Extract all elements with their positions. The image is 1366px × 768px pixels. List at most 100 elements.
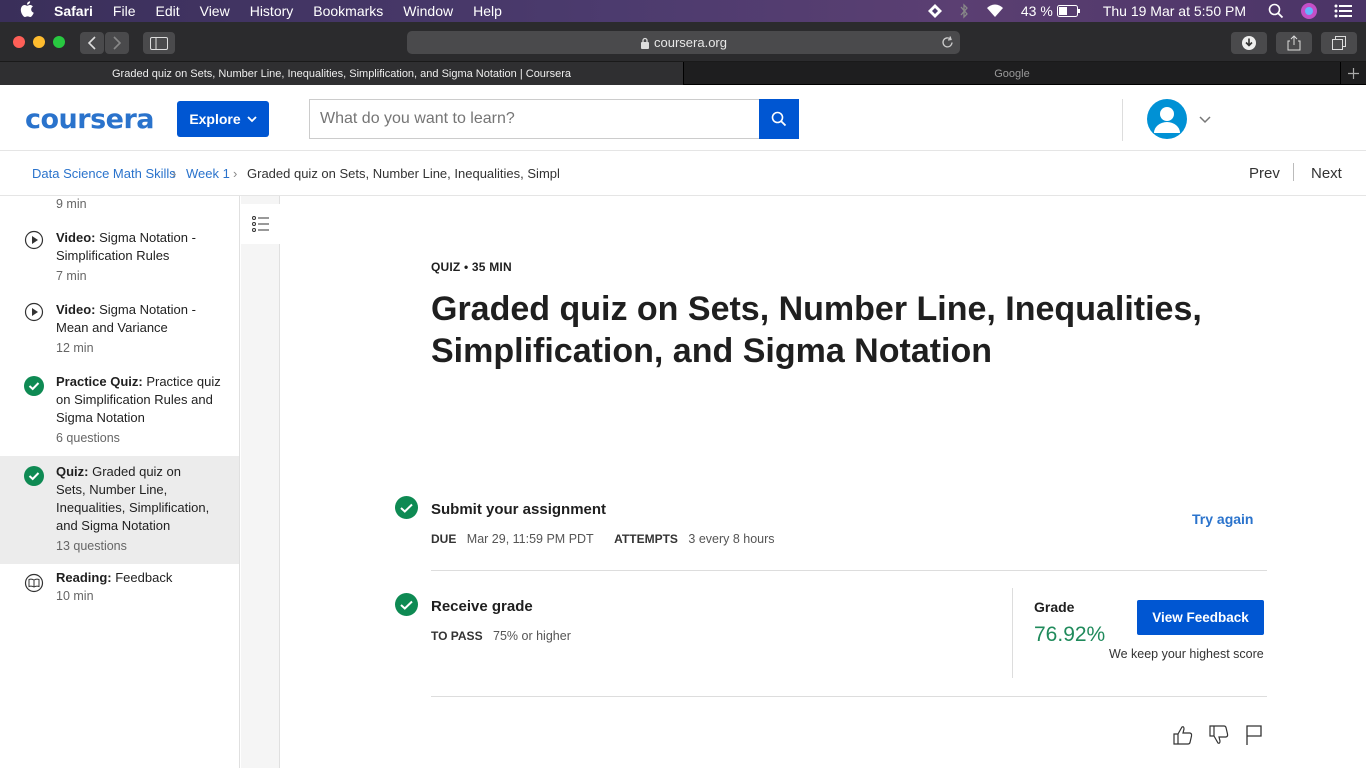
sidebar-item-type: Video:	[56, 302, 96, 317]
tab-google[interactable]: Google	[683, 62, 1340, 85]
sidebar-item-meta: 13 questions	[56, 539, 127, 553]
notification-center-icon[interactable]	[1334, 4, 1352, 18]
battery-icon	[1056, 5, 1080, 17]
sidebar-item-title: Quiz: Graded quiz on Sets, Number Line, …	[56, 463, 214, 535]
attempts-label: ATTEMPTS	[614, 532, 678, 546]
bluetooth-icon[interactable]	[959, 3, 969, 19]
sidebar-item-title: Video: Sigma Notation - Mean and Varianc…	[56, 301, 221, 337]
section-divider	[431, 570, 1267, 571]
wifi-icon[interactable]	[985, 3, 1005, 19]
menu-file[interactable]: File	[103, 3, 146, 19]
apple-icon[interactable]	[0, 1, 44, 21]
menu-bookmarks[interactable]: Bookmarks	[303, 3, 393, 19]
tab-title: Graded quiz on Sets, Number Line, Inequa…	[112, 67, 571, 80]
account-menu-chevron-icon[interactable]	[1199, 116, 1211, 124]
sidebar-item-video-simplification[interactable]: Video: Sigma Notation - Simplification R…	[0, 220, 239, 292]
submit-meta: DUE Mar 29, 11:59 PM PDT ATTEMPTS 3 ever…	[431, 530, 775, 548]
minimize-window-button[interactable]	[33, 36, 45, 48]
play-icon	[24, 230, 44, 250]
sidebar-item-video-mean-variance[interactable]: Video: Sigma Notation - Mean and Varianc…	[0, 292, 239, 364]
sidebar-item-reading-feedback[interactable]: Reading: Feedback 10 min	[0, 564, 239, 620]
receive-grade-title: Receive grade	[431, 598, 533, 615]
downloads-button[interactable]	[1231, 32, 1267, 54]
course-sidebar: 9 min Video: Sigma Notation - Simplifica…	[0, 196, 240, 768]
sidebar-item-previous[interactable]: 9 min	[0, 196, 239, 220]
tab-overview-button[interactable]	[1321, 32, 1357, 54]
search-input[interactable]	[309, 99, 759, 139]
quiz-label: QUIZ • 35 MIN	[431, 260, 512, 274]
list-icon	[251, 216, 269, 232]
next-link[interactable]: Next	[1311, 165, 1342, 182]
chevron-left-icon	[87, 36, 96, 50]
macos-menubar: Safari File Edit View History Bookmarks …	[0, 0, 1366, 22]
try-again-link[interactable]: Try again	[1192, 511, 1253, 527]
receive-check-icon	[395, 593, 418, 616]
menu-app-name[interactable]: Safari	[44, 3, 103, 19]
menu-history[interactable]: History	[240, 3, 304, 19]
clock[interactable]: Thu 19 Mar at 5:50 PM	[1103, 3, 1246, 19]
breadcrumb-week[interactable]: Week 1	[186, 166, 230, 181]
close-window-button[interactable]	[13, 36, 25, 48]
tabs-icon	[1332, 36, 1346, 50]
play-icon	[24, 302, 44, 322]
breadcrumb-separator-icon: ›	[233, 166, 238, 181]
flag-icon[interactable]	[1243, 724, 1265, 746]
lock-icon	[641, 37, 649, 49]
user-icon	[1154, 107, 1180, 133]
share-button[interactable]	[1276, 32, 1312, 54]
zoom-window-button[interactable]	[53, 36, 65, 48]
prev-link[interactable]: Prev	[1249, 165, 1280, 182]
sidebar-item-type: Video:	[56, 230, 96, 245]
search-button[interactable]	[759, 99, 799, 139]
menu-window[interactable]: Window	[393, 3, 463, 19]
new-tab-button[interactable]	[1340, 62, 1366, 85]
breadcrumb: Data Science Math Skills › Week 1 › Grad…	[0, 151, 1366, 196]
forward-button[interactable]	[105, 32, 129, 54]
siri-icon[interactable]	[1300, 2, 1318, 20]
explore-button[interactable]: Explore	[177, 101, 269, 137]
prev-next-divider	[1293, 163, 1294, 181]
grade-label: Grade	[1034, 599, 1075, 615]
battery-status[interactable]: 43 %	[1021, 3, 1081, 19]
page-title: Graded quiz on Sets, Number Line, Inequa…	[431, 290, 1202, 370]
breadcrumb-separator-icon: ›	[172, 166, 177, 181]
toggle-outline-button[interactable]	[241, 204, 280, 244]
sidebar-item-type: Reading:	[56, 570, 112, 585]
dropbox-icon[interactable]	[927, 3, 943, 19]
tab-coursera[interactable]: Graded quiz on Sets, Number Line, Inequa…	[0, 62, 683, 85]
coursera-logo[interactable]: coursera	[25, 104, 155, 135]
site-header: coursera Explore	[0, 86, 1366, 151]
sidebar-item-graded-quiz[interactable]: Quiz: Graded quiz on Sets, Number Line, …	[0, 456, 239, 564]
submit-assignment-title: Submit your assignment	[431, 501, 607, 518]
back-button[interactable]	[80, 32, 104, 54]
check-circle-icon	[24, 376, 44, 396]
download-icon	[1242, 36, 1256, 50]
avatar[interactable]	[1147, 99, 1187, 139]
thumbs-down-icon[interactable]	[1208, 724, 1230, 746]
highest-score-note: We keep your highest score	[1109, 647, 1264, 661]
grade-divider	[1012, 588, 1013, 678]
to-pass-label: TO PASS	[431, 629, 483, 643]
sidebar-icon	[150, 36, 168, 50]
spotlight-icon[interactable]	[1268, 3, 1284, 19]
battery-percent: 43 %	[1020, 3, 1053, 19]
breadcrumb-current: Graded quiz on Sets, Number Line, Inequa…	[247, 166, 560, 181]
menu-view[interactable]: View	[190, 3, 240, 19]
view-feedback-button[interactable]: View Feedback	[1137, 600, 1264, 635]
thumbs-up-icon[interactable]	[1172, 724, 1194, 746]
breadcrumb-course[interactable]: Data Science Math Skills	[32, 166, 176, 181]
menu-edit[interactable]: Edit	[145, 3, 189, 19]
sidebar-item-type: Quiz:	[56, 464, 89, 479]
share-icon	[1287, 35, 1301, 51]
sidebar-item-type: Practice Quiz:	[56, 374, 143, 389]
sidebar-toggle-button[interactable]	[143, 32, 175, 54]
menu-help[interactable]: Help	[463, 3, 512, 19]
sidebar-item-name: Feedback	[111, 570, 173, 585]
address-bar[interactable]: coursera.org	[407, 31, 960, 54]
quiz-main: QUIZ • 35 MIN Graded quiz on Sets, Numbe…	[281, 196, 1366, 768]
to-pass-value: 75% or higher	[493, 629, 571, 643]
sidebar-item-meta: 7 min	[56, 269, 87, 283]
due-value: Mar 29, 11:59 PM PDT	[466, 532, 594, 546]
sidebar-item-meta: 12 min	[56, 341, 94, 355]
sidebar-item-practice-quiz[interactable]: Practice Quiz: Practice quiz on Simplifi…	[0, 364, 239, 456]
